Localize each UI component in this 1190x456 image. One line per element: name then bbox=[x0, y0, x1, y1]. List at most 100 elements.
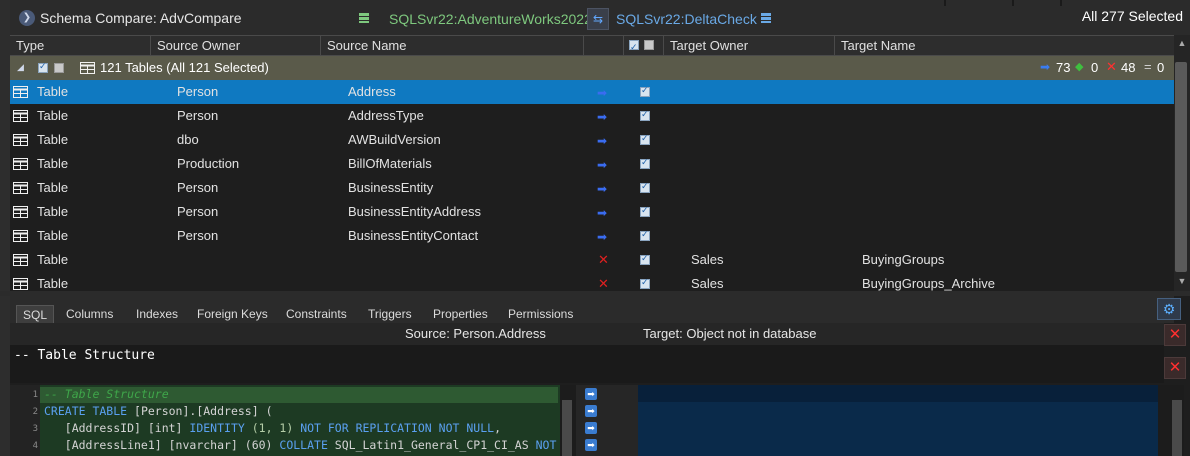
arrow-right-icon[interactable]: ➡ bbox=[597, 158, 607, 172]
tab-triggers[interactable]: Triggers bbox=[362, 305, 418, 323]
row-type: Table bbox=[37, 276, 69, 291]
table-icon bbox=[13, 230, 28, 242]
close-button[interactable]: ✕ bbox=[1164, 324, 1186, 346]
row-include-checkbox[interactable] bbox=[640, 277, 650, 289]
tab-constraints[interactable]: Constraints bbox=[280, 305, 353, 323]
close-icon: ✕ bbox=[1168, 359, 1182, 376]
row-include-checkbox[interactable] bbox=[640, 85, 650, 97]
table-icon bbox=[13, 206, 28, 218]
table-icon bbox=[13, 278, 28, 290]
row-include-checkbox[interactable] bbox=[640, 157, 650, 169]
column-type[interactable]: Type bbox=[10, 36, 151, 55]
deselect-all-checkbox[interactable] bbox=[644, 40, 654, 50]
target-code-header bbox=[638, 385, 1158, 402]
select-all-checkbox[interactable] bbox=[629, 38, 639, 57]
group-deselect-checkbox[interactable] bbox=[54, 63, 64, 73]
collapse-triangle-icon[interactable]: ◢ bbox=[17, 62, 24, 73]
arrow-right-icon[interactable]: ➡ bbox=[597, 134, 607, 148]
row-include-checkbox[interactable] bbox=[640, 205, 650, 217]
row-source-owner: dbo bbox=[177, 132, 199, 147]
tab-columns[interactable]: Columns bbox=[60, 305, 119, 323]
toolbar-divider bbox=[944, 0, 946, 6]
row-include-checkbox[interactable] bbox=[640, 229, 650, 241]
table-row[interactable]: Table Person BusinessEntityAddress ➡ bbox=[10, 200, 1174, 224]
column-target-name[interactable]: Target Name bbox=[835, 36, 1174, 55]
row-type: Table bbox=[37, 252, 69, 267]
code-line-3: [AddressID] [int] IDENTITY (1, 1) NOT FO… bbox=[44, 421, 501, 435]
row-source-owner: Production bbox=[177, 156, 240, 171]
table-row[interactable]: Table ✕ Sales BuyingGroups bbox=[10, 248, 1174, 272]
row-source-name: BusinessEntity bbox=[348, 180, 434, 195]
tab-properties[interactable]: Properties bbox=[427, 305, 494, 323]
table-icon bbox=[13, 110, 28, 122]
arrow-right-icon[interactable]: ➡ bbox=[585, 439, 597, 451]
missing-x-icon[interactable]: ✕ bbox=[598, 252, 609, 268]
row-include-checkbox[interactable] bbox=[640, 253, 650, 265]
column-include[interactable] bbox=[624, 36, 664, 57]
row-type: Table bbox=[37, 180, 69, 195]
table-row[interactable]: Table Person BusinessEntityContact ➡ bbox=[10, 224, 1174, 248]
row-source-name: Address bbox=[348, 84, 396, 99]
row-include-checkbox[interactable] bbox=[640, 133, 650, 145]
column-header-row: Type Source Owner Source Name Target Own… bbox=[10, 35, 1174, 57]
count-to-target: 73 bbox=[1056, 60, 1071, 75]
swap-direction-button[interactable]: ⇆ bbox=[587, 8, 609, 30]
column-target-owner[interactable]: Target Owner bbox=[664, 36, 835, 55]
close-icon: ✕ bbox=[1168, 326, 1182, 343]
target-database-label[interactable]: SQLSvr22:DeltaCheck bbox=[616, 11, 757, 27]
table-icon bbox=[13, 86, 28, 98]
table-icon bbox=[13, 158, 28, 170]
scrollbar-thumb[interactable] bbox=[562, 400, 572, 456]
table-row[interactable]: Table ✕ Sales BuyingGroups_Archive bbox=[10, 272, 1174, 291]
missing-x-icon: ✕ bbox=[1106, 59, 1117, 74]
row-include-checkbox[interactable] bbox=[640, 181, 650, 193]
arrow-right-icon[interactable]: ➡ bbox=[597, 86, 607, 100]
code-line-1: -- Table Structure bbox=[44, 387, 169, 401]
diff-icon: ◆ bbox=[1075, 61, 1084, 73]
arrow-right-icon[interactable]: ➡ bbox=[585, 388, 597, 400]
settings-button[interactable]: ⚙ bbox=[1157, 298, 1181, 320]
row-include-checkbox[interactable] bbox=[640, 109, 650, 121]
count-missing: 48 bbox=[1121, 60, 1136, 75]
row-type: Table bbox=[37, 228, 69, 243]
row-source-owner: Person bbox=[177, 84, 219, 99]
row-type: Table bbox=[37, 84, 69, 99]
arrow-right-icon[interactable]: ➡ bbox=[585, 422, 597, 434]
database-icon bbox=[359, 13, 369, 23]
tab-indexes[interactable]: Indexes bbox=[130, 305, 184, 323]
tab-permissions[interactable]: Permissions bbox=[502, 305, 579, 323]
table-row[interactable]: Table Person Address ➡ bbox=[10, 80, 1174, 104]
arrow-right-icon[interactable]: ➡ bbox=[585, 405, 597, 417]
source-object-label: Source: Person.Address bbox=[405, 326, 546, 341]
column-action[interactable] bbox=[584, 36, 624, 55]
scrollbar-thumb[interactable] bbox=[1175, 62, 1187, 272]
table-row[interactable]: Table Person AddressType ➡ bbox=[10, 104, 1174, 128]
table-icon bbox=[13, 254, 28, 266]
row-target-name: BuyingGroups bbox=[862, 252, 945, 267]
arrow-right-icon[interactable]: ➡ bbox=[597, 206, 607, 220]
group-row-tables[interactable]: ◢ 121 Tables (All 121 Selected) ➡ 73 ◆ 0… bbox=[10, 56, 1174, 80]
source-database-label[interactable]: SQLSvr22:AdventureWorks2022 bbox=[389, 11, 592, 27]
table-icon bbox=[80, 62, 95, 74]
gear-icon: ⚙ bbox=[1162, 301, 1176, 317]
group-select-checkbox[interactable] bbox=[38, 61, 48, 73]
target-object-label: Target: Object not in database bbox=[643, 326, 817, 341]
scroll-down-icon[interactable]: ▼ bbox=[1174, 276, 1190, 288]
scrollbar-thumb[interactable] bbox=[1172, 400, 1182, 456]
arrow-right-icon[interactable]: ➡ bbox=[597, 110, 607, 124]
tab-foreign-keys[interactable]: Foreign Keys bbox=[191, 305, 274, 323]
scroll-up-icon[interactable]: ▲ bbox=[1174, 38, 1190, 50]
row-source-name: AddressType bbox=[348, 108, 424, 123]
arrow-right-icon[interactable]: ➡ bbox=[597, 230, 607, 244]
column-source-owner[interactable]: Source Owner bbox=[151, 36, 321, 55]
tab-sql[interactable]: SQL bbox=[16, 305, 55, 324]
toolbar-divider bbox=[1060, 0, 1062, 6]
table-row[interactable]: Table Person BusinessEntity ➡ bbox=[10, 176, 1174, 200]
table-row[interactable]: Table dbo AWBuildVersion ➡ bbox=[10, 128, 1174, 152]
close-button[interactable]: ✕ bbox=[1164, 357, 1186, 379]
column-source-name[interactable]: Source Name bbox=[321, 36, 584, 55]
row-source-owner: Person bbox=[177, 228, 219, 243]
missing-x-icon[interactable]: ✕ bbox=[598, 276, 609, 291]
arrow-right-icon[interactable]: ➡ bbox=[597, 182, 607, 196]
table-row[interactable]: Table Production BillOfMaterials ➡ bbox=[10, 152, 1174, 176]
